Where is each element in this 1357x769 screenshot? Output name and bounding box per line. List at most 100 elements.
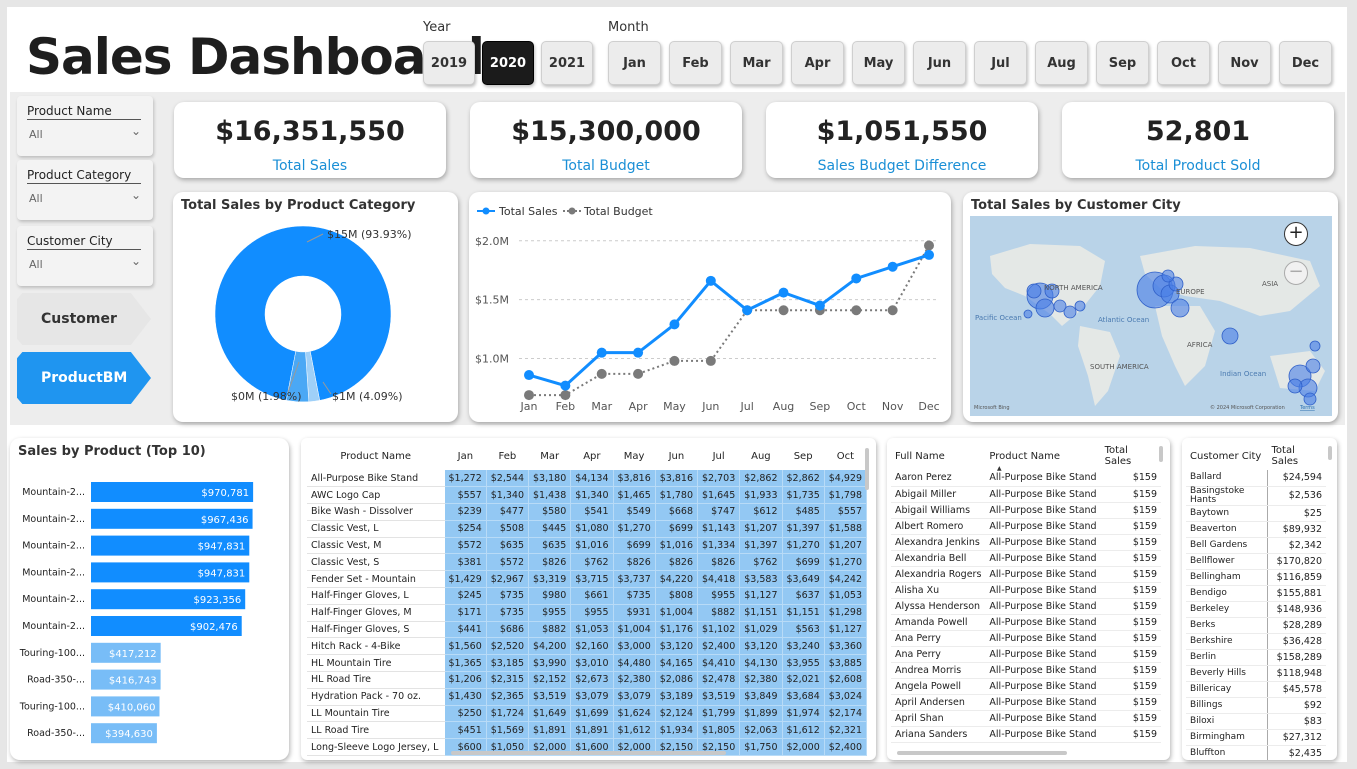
month-button-jul[interactable]: Jul [974, 41, 1027, 85]
table-row[interactable]: Biloxi $83 [1186, 713, 1326, 731]
table-row[interactable]: All-Purpose Bike Stand $1,272 $2,544 $3,180… [307, 470, 868, 488]
data-point[interactable] [778, 305, 789, 316]
column-header[interactable]: Product Name [985, 442, 1100, 470]
table-row[interactable]: Alisha Xu All-Purpose Bike Stand $159 [891, 582, 1161, 599]
sort-desc-icon[interactable]: ▲ [997, 465, 1002, 472]
table-row[interactable]: Bell Gardens $2,342 [1186, 537, 1326, 555]
data-point[interactable] [887, 261, 898, 272]
table-row[interactable]: Albert Romero All-Purpose Bike Stand $159 [891, 518, 1161, 535]
data-point[interactable] [669, 319, 680, 330]
data-point[interactable] [814, 300, 825, 311]
productbm-page-button[interactable]: ProductBM [17, 352, 151, 404]
table-row[interactable]: Baytown $25 [1186, 505, 1326, 523]
zoom-out-icon[interactable]: − [1284, 261, 1308, 285]
data-point[interactable] [742, 305, 753, 316]
table-row[interactable]: Billericay $45,578 [1186, 681, 1326, 699]
vertical-scrollbar[interactable] [1159, 446, 1163, 462]
chevron-down-icon[interactable]: ⌄ [131, 188, 141, 202]
table-row[interactable]: Classic Vest, L $254 $508 $445 $1,080 $1,270 $… [307, 520, 868, 538]
column-header[interactable]: Feb [486, 442, 528, 470]
month-button-mar[interactable]: Mar [730, 41, 783, 85]
table-row[interactable]: Fender Set - Mountain $1,429 $2,967 $3,319 $… [307, 570, 868, 589]
table-row[interactable]: Beaverton $89,932 [1186, 521, 1326, 539]
data-point[interactable] [633, 368, 644, 379]
month-button-dec[interactable]: Dec [1279, 41, 1332, 85]
data-point[interactable] [851, 273, 862, 284]
column-header[interactable]: Full Name [891, 442, 985, 470]
table-row[interactable]: HL Road Tire $1,206 $2,315 $2,152 $2,673 $2,3… [307, 671, 868, 689]
product-name-filter[interactable]: Product Name All ⌄ [17, 96, 153, 156]
data-point[interactable] [596, 347, 607, 358]
data-point[interactable] [596, 368, 607, 379]
year-button-2020[interactable]: 2020 [482, 41, 534, 85]
customer-page-button[interactable]: Customer [17, 293, 151, 345]
data-point[interactable] [524, 370, 534, 381]
table-row[interactable]: LL Road Tire $451 $1,569 $1,891 $1,891 $1,612… [307, 721, 868, 740]
column-header[interactable]: Jul [698, 442, 740, 470]
data-point[interactable] [705, 355, 716, 366]
table-row[interactable]: Beverly Hills $118,948 [1186, 665, 1326, 683]
column-header[interactable]: Jan [445, 442, 487, 470]
year-button-2021[interactable]: 2021 [541, 41, 593, 85]
table-row[interactable]: Berkshire $36,428 [1186, 633, 1326, 651]
table-row[interactable]: Ana Perry All-Purpose Bike Stand $159 [891, 630, 1161, 647]
table-row[interactable]: Classic Vest, S $381 $572 $826 $762 $826 $826 $… [307, 553, 868, 572]
month-button-apr[interactable]: Apr [791, 41, 844, 85]
month-button-jan[interactable]: Jan [608, 41, 661, 85]
month-button-feb[interactable]: Feb [669, 41, 722, 85]
data-point[interactable] [924, 249, 934, 260]
table-row[interactable]: April Shan All-Purpose Bike Stand $159 [891, 710, 1161, 727]
table-row[interactable]: Berks $28,289 [1186, 617, 1326, 635]
data-point[interactable] [560, 390, 571, 401]
table-row[interactable]: AWC Logo Cap $557 $1,340 $1,438 $1,340 $1,465… [307, 486, 868, 505]
table-row[interactable]: Berkeley $148,936 [1186, 601, 1326, 619]
table-row[interactable]: Andrea Morris All-Purpose Bike Stand $159 [891, 662, 1161, 679]
month-button-sep[interactable]: Sep [1096, 41, 1149, 85]
month-button-aug[interactable]: Aug [1035, 41, 1088, 85]
table-row[interactable]: Classic Vest, M $572 $635 $635 $1,016 $699 $1,… [307, 537, 868, 555]
table-row[interactable]: Aaron Perez All-Purpose Bike Stand $159 [891, 470, 1161, 487]
column-header[interactable]: Aug [740, 442, 782, 470]
data-point[interactable] [524, 390, 534, 401]
table-row[interactable]: Hitch Rack - 4-Bike $1,560 $2,520 $4,200 $2,… [307, 637, 868, 656]
data-point[interactable] [851, 305, 862, 316]
table-row[interactable]: Bluffton $2,435 [1186, 745, 1326, 760]
table-row[interactable]: Ballard $24,594 [1186, 470, 1326, 487]
chevron-down-icon[interactable]: ⌄ [131, 254, 141, 268]
vertical-scrollbar[interactable] [865, 448, 869, 490]
product-category-filter[interactable]: Product Category All ⌄ [17, 160, 153, 220]
table-row[interactable]: Half-Finger Gloves, M $171 $735 $955 $955 $93… [307, 604, 868, 622]
table-row[interactable]: Ana Perry All-Purpose Bike Stand $159 [891, 646, 1161, 663]
map[interactable]: NORTH AMERICA EUROPE ASIA AFRICA SOUTH A… [970, 216, 1332, 416]
table-row[interactable]: Half-Finger Gloves, L $245 $735 $980 $661 $73… [307, 587, 868, 605]
table-row[interactable]: Angela Powell All-Purpose Bike Stand $159 [891, 678, 1161, 695]
month-button-oct[interactable]: Oct [1157, 41, 1210, 85]
vertical-scrollbar[interactable] [1328, 446, 1332, 460]
data-point[interactable] [887, 305, 898, 316]
horizontal-scrollbar[interactable] [451, 751, 726, 755]
horizontal-scrollbar[interactable] [897, 751, 1067, 755]
table-row[interactable]: Ariana Sanders All-Purpose Bike Stand $159 [891, 726, 1161, 743]
map-terms-link[interactable]: Terms [1299, 405, 1315, 411]
column-header[interactable]: Jun [655, 442, 697, 470]
column-header[interactable]: Total Sales [1101, 442, 1161, 470]
table-row[interactable]: Basingstoke Hants $2,536 [1186, 486, 1326, 507]
table-row[interactable]: Amanda Powell All-Purpose Bike Stand $159 [891, 614, 1161, 631]
data-point[interactable] [633, 347, 644, 358]
month-button-may[interactable]: May [852, 41, 905, 85]
table-row[interactable]: Bellflower $170,820 [1186, 553, 1326, 571]
table-row[interactable]: Birmingham $27,312 [1186, 729, 1326, 747]
column-header[interactable]: Product Name [307, 442, 445, 470]
data-point[interactable] [669, 355, 680, 366]
column-header[interactable]: Apr [571, 442, 613, 470]
data-point[interactable] [778, 287, 789, 298]
table-row[interactable]: Berlin $158,289 [1186, 649, 1326, 667]
year-button-2019[interactable]: 2019 [423, 41, 475, 85]
column-header[interactable]: May [613, 442, 655, 470]
chevron-down-icon[interactable]: ⌄ [131, 124, 141, 138]
data-point[interactable] [560, 380, 571, 391]
table-row[interactable]: Alexandria Bell All-Purpose Bike Stand $15… [891, 550, 1161, 567]
table-row[interactable]: Hydration Pack - 70 oz. $1,430 $2,365 $3,51… [307, 688, 868, 706]
table-row[interactable]: Alyssa Henderson All-Purpose Bike Stand $1… [891, 598, 1161, 615]
table-row[interactable]: Bellingham $116,859 [1186, 569, 1326, 587]
